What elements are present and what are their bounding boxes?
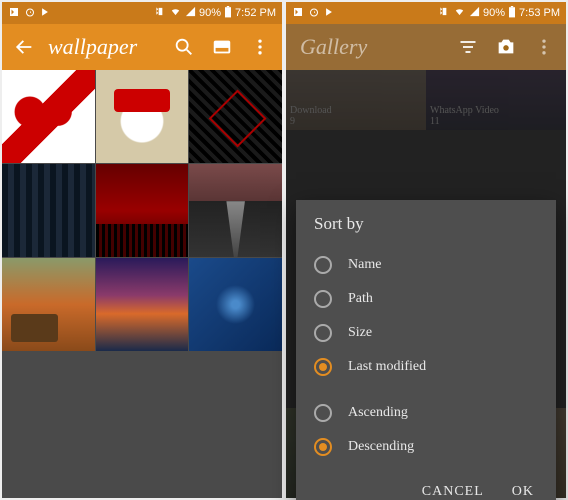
wallpaper-thumb[interactable]: [189, 258, 282, 351]
wallpaper-thumb[interactable]: [96, 164, 189, 257]
back-icon[interactable]: [12, 35, 36, 59]
view-toggle-icon[interactable]: [210, 35, 234, 59]
wallpaper-thumb[interactable]: [2, 164, 95, 257]
radio-label: Path: [348, 291, 373, 307]
clock-text: 7:52 PM: [235, 7, 276, 19]
radio-icon: [314, 256, 332, 274]
wallpaper-thumb[interactable]: [96, 258, 189, 351]
camera-icon[interactable]: [494, 35, 518, 59]
radio-label: Name: [348, 257, 381, 273]
nfc-icon: [292, 6, 304, 21]
battery-text: 90%: [483, 7, 505, 19]
radio-icon: [314, 324, 332, 342]
signal-icon: [185, 6, 196, 20]
app-bar: Gallery: [286, 24, 566, 70]
gallery-body: Download 9 WhatsApp Video 11 Sor: [286, 70, 566, 498]
sort-option-path[interactable]: Path: [314, 282, 538, 316]
radio-label: Last modified: [348, 359, 426, 375]
radio-icon: [314, 358, 332, 376]
sort-order-ascending[interactable]: Ascending: [314, 396, 538, 430]
clock-text: 7:53 PM: [519, 7, 560, 19]
wallpaper-grid: [2, 70, 282, 498]
wallpaper-thumb[interactable]: [189, 164, 282, 257]
sort-option-last-modified[interactable]: Last modified: [314, 350, 538, 384]
status-bar: 90% 7:53 PM: [286, 2, 566, 24]
app-bar: wallpaper: [2, 24, 282, 70]
overflow-menu-icon[interactable]: [248, 35, 272, 59]
alarm-icon: [308, 6, 320, 21]
ok-button[interactable]: OK: [512, 484, 534, 500]
wallpaper-thumb[interactable]: [2, 70, 95, 163]
sort-dialog: Sort by Name Path Size Last modified: [296, 200, 556, 500]
radio-label: Ascending: [348, 405, 408, 421]
page-title: wallpaper: [48, 34, 158, 60]
search-icon[interactable]: [172, 35, 196, 59]
wallpaper-thumb[interactable]: [189, 70, 282, 163]
dialog-title: Sort by: [314, 214, 538, 234]
signal-icon: [469, 6, 480, 20]
battery-icon: [224, 6, 232, 21]
radio-label: Descending: [348, 439, 414, 455]
battery-text: 90%: [199, 7, 221, 19]
status-bar: 90% 7:52 PM: [2, 2, 282, 24]
alarm-icon: [24, 6, 36, 21]
wifi-icon: [169, 6, 182, 20]
sort-order-descending[interactable]: Descending: [314, 430, 538, 464]
sort-icon[interactable]: [456, 35, 480, 59]
radio-icon: [314, 438, 332, 456]
radio-label: Size: [348, 325, 372, 341]
overflow-menu-icon[interactable]: [532, 35, 556, 59]
vibrate-icon: [155, 6, 166, 20]
sort-option-name[interactable]: Name: [314, 248, 538, 282]
vibrate-icon: [439, 6, 450, 20]
nfc-icon: [8, 6, 20, 21]
wifi-icon: [453, 6, 466, 20]
page-title: Gallery: [300, 34, 442, 60]
phone-screen-gallery: 90% 7:53 PM Gallery Download 9: [286, 2, 566, 498]
sort-option-size[interactable]: Size: [314, 316, 538, 350]
play-icon: [40, 7, 50, 20]
radio-icon: [314, 290, 332, 308]
play-icon: [324, 7, 334, 20]
battery-icon: [508, 6, 516, 21]
cancel-button[interactable]: CANCEL: [422, 484, 484, 500]
radio-icon: [314, 404, 332, 422]
phone-screen-wallpaper: 90% 7:52 PM wallpaper: [2, 2, 282, 498]
wallpaper-thumb[interactable]: [2, 258, 95, 351]
wallpaper-thumb[interactable]: [96, 70, 189, 163]
